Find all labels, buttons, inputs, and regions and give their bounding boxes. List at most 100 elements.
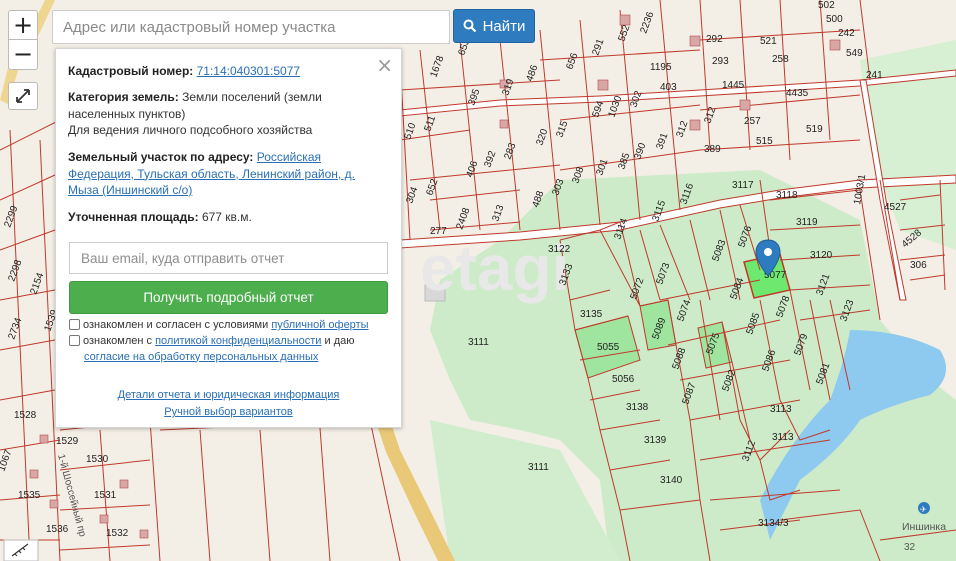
cadastral-number-link[interactable]: 71:14:040301:5077 — [197, 64, 300, 78]
parcel-label: 3139 — [644, 435, 667, 446]
manual-select-row: Ручной выбор вариантов — [56, 406, 401, 418]
parcel-label: 3113 — [772, 432, 794, 443]
parcel-label: 552 — [616, 23, 632, 43]
parcel-label: 3117 — [732, 180, 754, 191]
parcel-label: 3111 — [528, 462, 549, 473]
address-label: Земельный участок по адресу: — [68, 150, 254, 164]
parcel-label: 3138 — [626, 402, 649, 413]
parcel-label: 4527 — [884, 202, 907, 213]
parcel-label: 3119 — [796, 217, 818, 228]
parcel-label: 2299 — [2, 204, 20, 229]
search-button[interactable]: Найти — [453, 9, 535, 43]
parcel-label: 3134/3 — [758, 518, 789, 529]
address-row: Земельный участок по адресу: Российская … — [68, 149, 388, 199]
parcel-label: 1530 — [86, 454, 109, 465]
parcel-label: 1536 — [46, 524, 69, 535]
place-name: Иншинка — [902, 521, 946, 533]
parcel-label: 389 — [704, 144, 721, 155]
search-icon — [463, 19, 476, 33]
terms-offer-checkbox[interactable] — [69, 319, 80, 330]
manual-select-link[interactable]: Ручной выбор вариантов — [164, 406, 292, 418]
terms-offer-text: ознакомлен и согласен с условиями — [83, 319, 269, 331]
land-category-row: Категория земель: Земли поселений (земли… — [68, 89, 388, 139]
public-offer-link[interactable]: публичной оферты — [271, 319, 368, 331]
parcel-label: 320 — [534, 127, 550, 147]
privacy-policy-link[interactable]: политикой конфиденциальности — [155, 335, 321, 347]
parcel-label: 283 — [502, 141, 518, 161]
parcel-label: 301 — [594, 157, 610, 177]
place-pin-icon[interactable]: ✈ — [918, 502, 930, 514]
parcel-label: 258 — [772, 54, 789, 65]
parcel-label: 515 — [756, 136, 773, 147]
ruler-icon[interactable] — [3, 539, 39, 561]
parcel-label: 312 — [674, 119, 690, 139]
parcel-label: 1445 — [722, 80, 745, 91]
parcel-label: 502 — [818, 0, 835, 11]
parcel-label: 1529 — [56, 436, 79, 447]
parcel-label: 5055 — [597, 342, 620, 353]
svg-text:✈: ✈ — [920, 505, 927, 514]
parcel-label: 293 — [712, 56, 729, 67]
expand-icon — [16, 89, 30, 103]
land-category-label: Категория земель: — [68, 90, 179, 104]
privacy-checkbox[interactable] — [69, 335, 80, 346]
details-link-row: Детали отчета и юридическая информация — [56, 389, 401, 401]
parcel-label: 302 — [628, 89, 644, 109]
parcel-label: 5056 — [612, 374, 635, 385]
parcel-label: 3135 — [580, 309, 603, 320]
parcel-label: 652 — [424, 177, 440, 197]
area-row: Уточненная площадь: 677 кв.м. — [68, 209, 388, 226]
land-usage-value: Для ведения личного подсобного хозяйства — [68, 123, 313, 137]
parcel-label: 3118 — [776, 190, 798, 201]
road-number: 32 — [904, 542, 916, 553]
parcel-label: 2408 — [454, 206, 472, 231]
parcel-label: 2298 — [6, 258, 24, 283]
privacy-text-b: и даю — [324, 335, 355, 347]
area-value: 677 кв.м. — [201, 210, 252, 224]
parcel-label: 292 — [706, 34, 723, 45]
parcel-label: 406 — [464, 159, 480, 179]
fullscreen-button[interactable] — [8, 82, 38, 110]
terms-offer-row: ознакомлен и согласен с условиями публич… — [69, 318, 389, 334]
search-input[interactable] — [52, 10, 450, 44]
parcel-label: 1195 — [650, 62, 672, 73]
report-details-link[interactable]: Детали отчета и юридическая информация — [118, 389, 340, 401]
parcel-label: 241 — [866, 70, 883, 81]
parcel-label: 1003/1 — [852, 173, 868, 205]
parcel-label: 391 — [654, 131, 670, 151]
parcel-label: 500 — [826, 14, 843, 25]
parcel-label: 315 — [554, 119, 570, 139]
zoom-out-button[interactable]: − — [8, 40, 38, 70]
personal-data-consent-link[interactable]: согласие на обработку персональных данны… — [84, 351, 318, 363]
parcel-label: 1678 — [428, 54, 446, 79]
parcel-label: 2734 — [6, 316, 24, 341]
privacy-text-a: ознакомлен с — [83, 335, 153, 347]
email-input[interactable] — [69, 242, 388, 274]
parcel-label: 549 — [846, 48, 863, 59]
parcel-label: 4435 — [786, 88, 809, 99]
privacy-row: ознакомлен с политикой конфиденциальност… — [69, 334, 389, 365]
parcel-label: 242 — [838, 28, 855, 39]
search-button-label: Найти — [482, 17, 526, 35]
watermark: etagi — [420, 232, 569, 304]
parcel-label: 1532 — [106, 528, 129, 539]
parcel-label: 1535 — [18, 490, 41, 501]
parcel-label: 306 — [910, 260, 927, 271]
parcel-label: 656 — [564, 51, 580, 71]
parcel-label: 1528 — [14, 410, 37, 421]
parcel-label: 3111 — [468, 337, 489, 348]
cadastral-number-label: Кадастровый номер: — [68, 64, 194, 78]
parcel-label: 519 — [806, 124, 823, 135]
zoom-in-button[interactable]: + — [8, 10, 38, 40]
parcel-label: 291 — [590, 37, 606, 57]
parcel-label: 385 — [616, 151, 632, 171]
parcel-label: 313 — [490, 203, 506, 223]
parcel-label: 403 — [660, 82, 677, 93]
parcel-label: 257 — [744, 116, 761, 127]
parcel-label: 486 — [524, 63, 540, 83]
parcel-label: 511 — [422, 114, 438, 133]
parcel-label: 1067 — [0, 448, 15, 473]
get-report-button[interactable]: Получить подробный отчет — [69, 281, 388, 314]
parcel-label: 392 — [482, 149, 498, 169]
parcel-label: 3120 — [810, 250, 833, 261]
